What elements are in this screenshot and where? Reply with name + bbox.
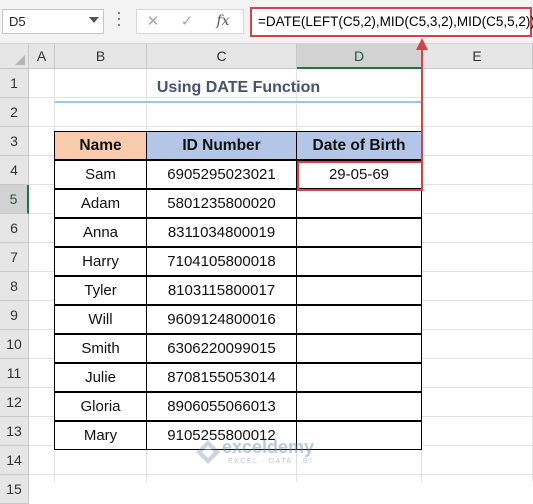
gridline: [29, 474, 533, 475]
row-header-7[interactable]: 7: [0, 243, 29, 272]
cell-name[interactable]: Adam: [54, 189, 147, 218]
column-header-c[interactable]: C: [147, 44, 297, 69]
more-options-icon[interactable]: [118, 12, 120, 14]
table-header-dob[interactable]: Date of Birth: [296, 131, 422, 160]
row-header-5[interactable]: 5: [0, 185, 29, 214]
table-header-name[interactable]: Name: [54, 131, 147, 160]
cell-dob[interactable]: [296, 305, 422, 334]
chevron-down-icon[interactable]: [89, 17, 99, 23]
cancel-icon[interactable]: ✕: [142, 9, 164, 34]
cell-name[interactable]: Smith: [54, 334, 147, 363]
insert-function-icon[interactable]: fx: [212, 9, 234, 34]
column-header-e[interactable]: E: [422, 44, 533, 69]
row-header-12[interactable]: 12: [0, 388, 29, 417]
cell-id[interactable]: 8906055066013: [146, 392, 297, 421]
row-header-4[interactable]: 4: [0, 156, 29, 185]
row-header-15[interactable]: 15: [0, 475, 29, 504]
row-header-10[interactable]: 10: [0, 330, 29, 359]
active-cell-highlight: [297, 161, 423, 191]
cell-name[interactable]: Sam: [54, 160, 147, 189]
cell-name[interactable]: Will: [54, 305, 147, 334]
row-header-2[interactable]: 2: [0, 98, 29, 127]
arrow-up-icon: [416, 38, 428, 50]
select-all-triangle-icon: [15, 55, 25, 65]
cell-dob[interactable]: [296, 363, 422, 392]
row-header-11[interactable]: 11: [0, 359, 29, 388]
cell-id[interactable]: 5801235800020: [146, 189, 297, 218]
cell-name[interactable]: Mary: [54, 421, 147, 450]
row-header-3[interactable]: 3: [0, 127, 29, 156]
callout-arrow-line: [421, 48, 423, 162]
table-header-id[interactable]: ID Number: [146, 131, 297, 160]
cell-dob[interactable]: [296, 392, 422, 421]
watermark-brand: exceldemy: [222, 437, 315, 457]
cell-id[interactable]: 8708155053014: [146, 363, 297, 392]
column-header-a[interactable]: A: [29, 44, 55, 69]
row-header-1[interactable]: 1: [0, 69, 29, 98]
cell-name[interactable]: Harry: [54, 247, 147, 276]
cell-dob[interactable]: [296, 276, 422, 305]
row-header-8[interactable]: 8: [0, 272, 29, 301]
cell-id[interactable]: 9609124800016: [146, 305, 297, 334]
cell-name[interactable]: Julie: [54, 363, 147, 392]
cell-id[interactable]: 7104105800018: [146, 247, 297, 276]
cell-name[interactable]: Gloria: [54, 392, 147, 421]
cell-dob[interactable]: [296, 189, 422, 218]
cell-id[interactable]: 8311034800019: [146, 218, 297, 247]
cell-dob[interactable]: [296, 334, 422, 363]
row-header-9[interactable]: 9: [0, 301, 29, 330]
cell-dob[interactable]: [296, 218, 422, 247]
title-underline: [55, 101, 422, 103]
cell-id[interactable]: 8103115800017: [146, 276, 297, 305]
formula-input[interactable]: =DATE(LEFT(C5,2),MID(C5,3,2),MID(C5,5,2)…: [250, 7, 533, 37]
watermark-tagline: EXCEL · DATA · BI: [228, 458, 313, 465]
row-header-14[interactable]: 14: [0, 446, 29, 475]
cell-id[interactable]: 6905295023021: [146, 160, 297, 189]
row-header-6[interactable]: 6: [0, 214, 29, 243]
row-header-13[interactable]: 13: [0, 417, 29, 446]
cell-name[interactable]: Anna: [54, 218, 147, 247]
cell-id[interactable]: 6306220099015: [146, 334, 297, 363]
gridline: [29, 126, 533, 127]
column-header-d[interactable]: D: [297, 44, 422, 69]
cell-name[interactable]: Tyler: [54, 276, 147, 305]
cell-dob[interactable]: [296, 247, 422, 276]
sheet-title: Using DATE Function: [156, 79, 321, 96]
column-header-b[interactable]: B: [55, 44, 147, 69]
enter-icon[interactable]: ✓: [176, 9, 198, 34]
